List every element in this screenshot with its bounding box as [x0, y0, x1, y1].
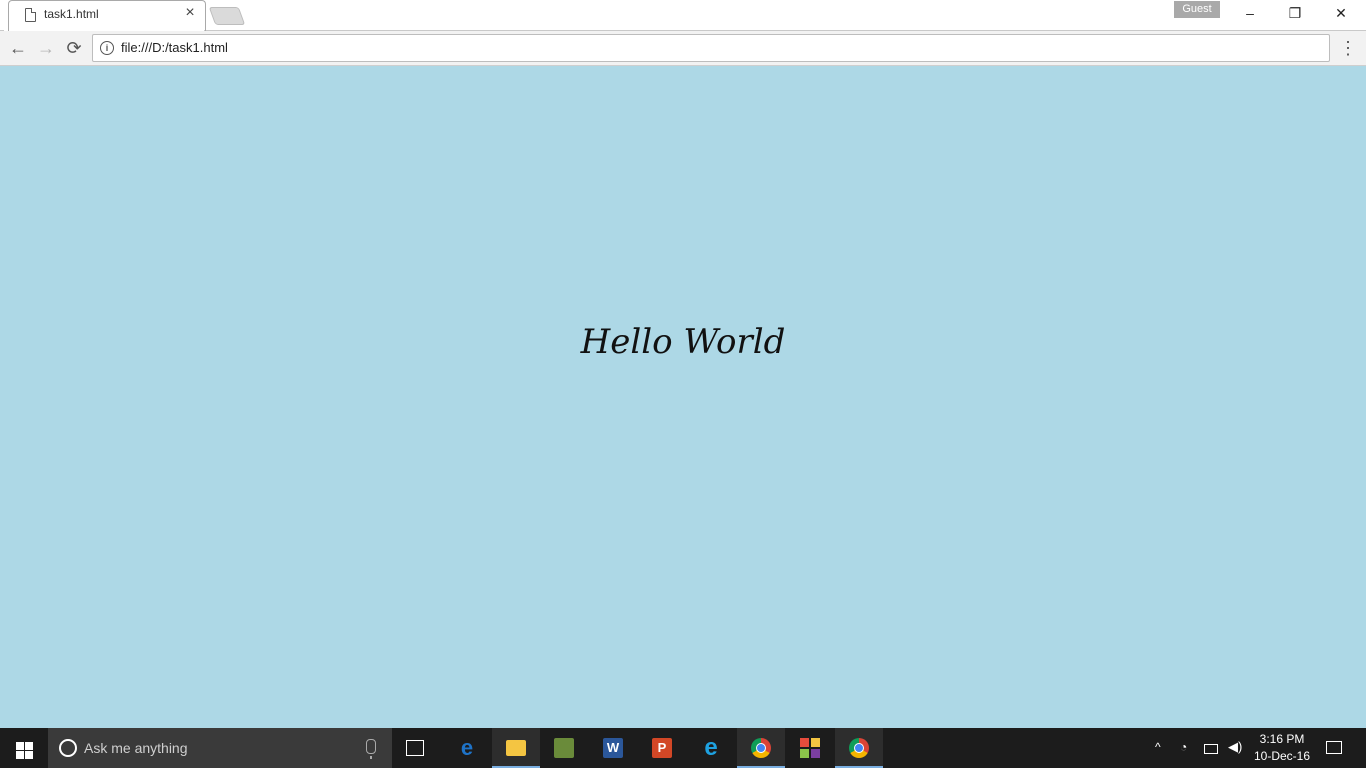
tab-close-icon[interactable]: × — [182, 5, 198, 21]
guest-profile-badge[interactable]: Guest — [1174, 1, 1220, 18]
volume-icon[interactable]: ◀) — [1228, 739, 1242, 768]
tab-title: task1.html — [44, 7, 99, 21]
file-icon — [25, 8, 36, 22]
wifi-icon[interactable]: ◔ — [1180, 740, 1187, 768]
url-text[interactable]: file:///D:/task1.html — [121, 40, 228, 55]
info-icon[interactable]: i — [100, 41, 114, 55]
taskbar-app-file-explorer[interactable] — [492, 728, 540, 768]
browser-tab[interactable]: task1.html × — [4, 0, 204, 31]
windows-taskbar: Ask me anything e W P e ^ ◔ ◀) 3:16 PM 1… — [0, 728, 1366, 768]
system-clock[interactable]: 3:16 PM 10-Dec-16 — [1248, 731, 1316, 765]
minimize-button[interactable]: – — [1227, 0, 1273, 28]
powerpoint-icon: P — [652, 738, 672, 758]
taskbar-app-chrome-active[interactable] — [835, 728, 883, 768]
folder-icon — [506, 740, 526, 756]
close-window-button[interactable]: ✕ — [1318, 0, 1364, 28]
forward-button[interactable]: → — [33, 35, 59, 61]
office-icon — [800, 738, 820, 758]
start-button[interactable] — [0, 728, 48, 768]
clock-date: 10-Dec-16 — [1253, 749, 1311, 763]
action-center-icon[interactable] — [1326, 741, 1342, 754]
word-icon: W — [603, 738, 623, 758]
cortana-icon — [59, 739, 77, 757]
address-bar[interactable]: i file:///D:/task1.html — [92, 34, 1330, 62]
task-view-icon — [406, 740, 424, 756]
page-content: Hello World — [0, 66, 1366, 728]
back-button[interactable]: ← — [5, 35, 31, 61]
battery-icon[interactable] — [1204, 744, 1218, 754]
page-heading: Hello World — [580, 322, 786, 362]
taskbar-app-word[interactable]: W — [589, 728, 637, 768]
windows-logo-icon — [16, 742, 24, 750]
show-hidden-icons-chevron-icon[interactable]: ^ — [1155, 740, 1161, 768]
ie-icon: e — [704, 734, 718, 761]
chrome-icon — [849, 738, 869, 758]
chrome-icon — [751, 738, 771, 758]
taskbar-app-minecraft[interactable] — [540, 728, 588, 768]
taskbar-app-internet-explorer[interactable]: e — [687, 728, 735, 768]
taskbar-app-edge[interactable]: e — [443, 728, 491, 768]
taskbar-app-chrome[interactable] — [737, 728, 785, 768]
taskbar-app-office[interactable] — [786, 728, 834, 768]
new-tab-button[interactable] — [208, 7, 246, 25]
clock-time: 3:16 PM — [1259, 732, 1305, 746]
search-placeholder: Ask me anything — [84, 740, 188, 756]
browser-menu-icon[interactable]: ⋮ — [1338, 35, 1358, 61]
screen: task1.html × Guest – ❐ ✕ ← → ⟳ i file://… — [0, 0, 1366, 768]
reload-button[interactable]: ⟳ — [61, 35, 87, 61]
browser-titlebar: task1.html × Guest – ❐ ✕ — [0, 0, 1366, 31]
task-view-button[interactable] — [392, 728, 440, 768]
browser-toolbar: ← → ⟳ i file:///D:/task1.html ⋮ — [0, 31, 1366, 66]
taskbar-app-powerpoint[interactable]: P — [638, 728, 686, 768]
microphone-icon[interactable] — [366, 739, 376, 759]
cortana-search-box[interactable]: Ask me anything — [48, 728, 392, 768]
edge-icon: e — [460, 735, 474, 760]
restore-button[interactable]: ❐ — [1272, 0, 1318, 28]
minecraft-icon — [554, 738, 574, 758]
